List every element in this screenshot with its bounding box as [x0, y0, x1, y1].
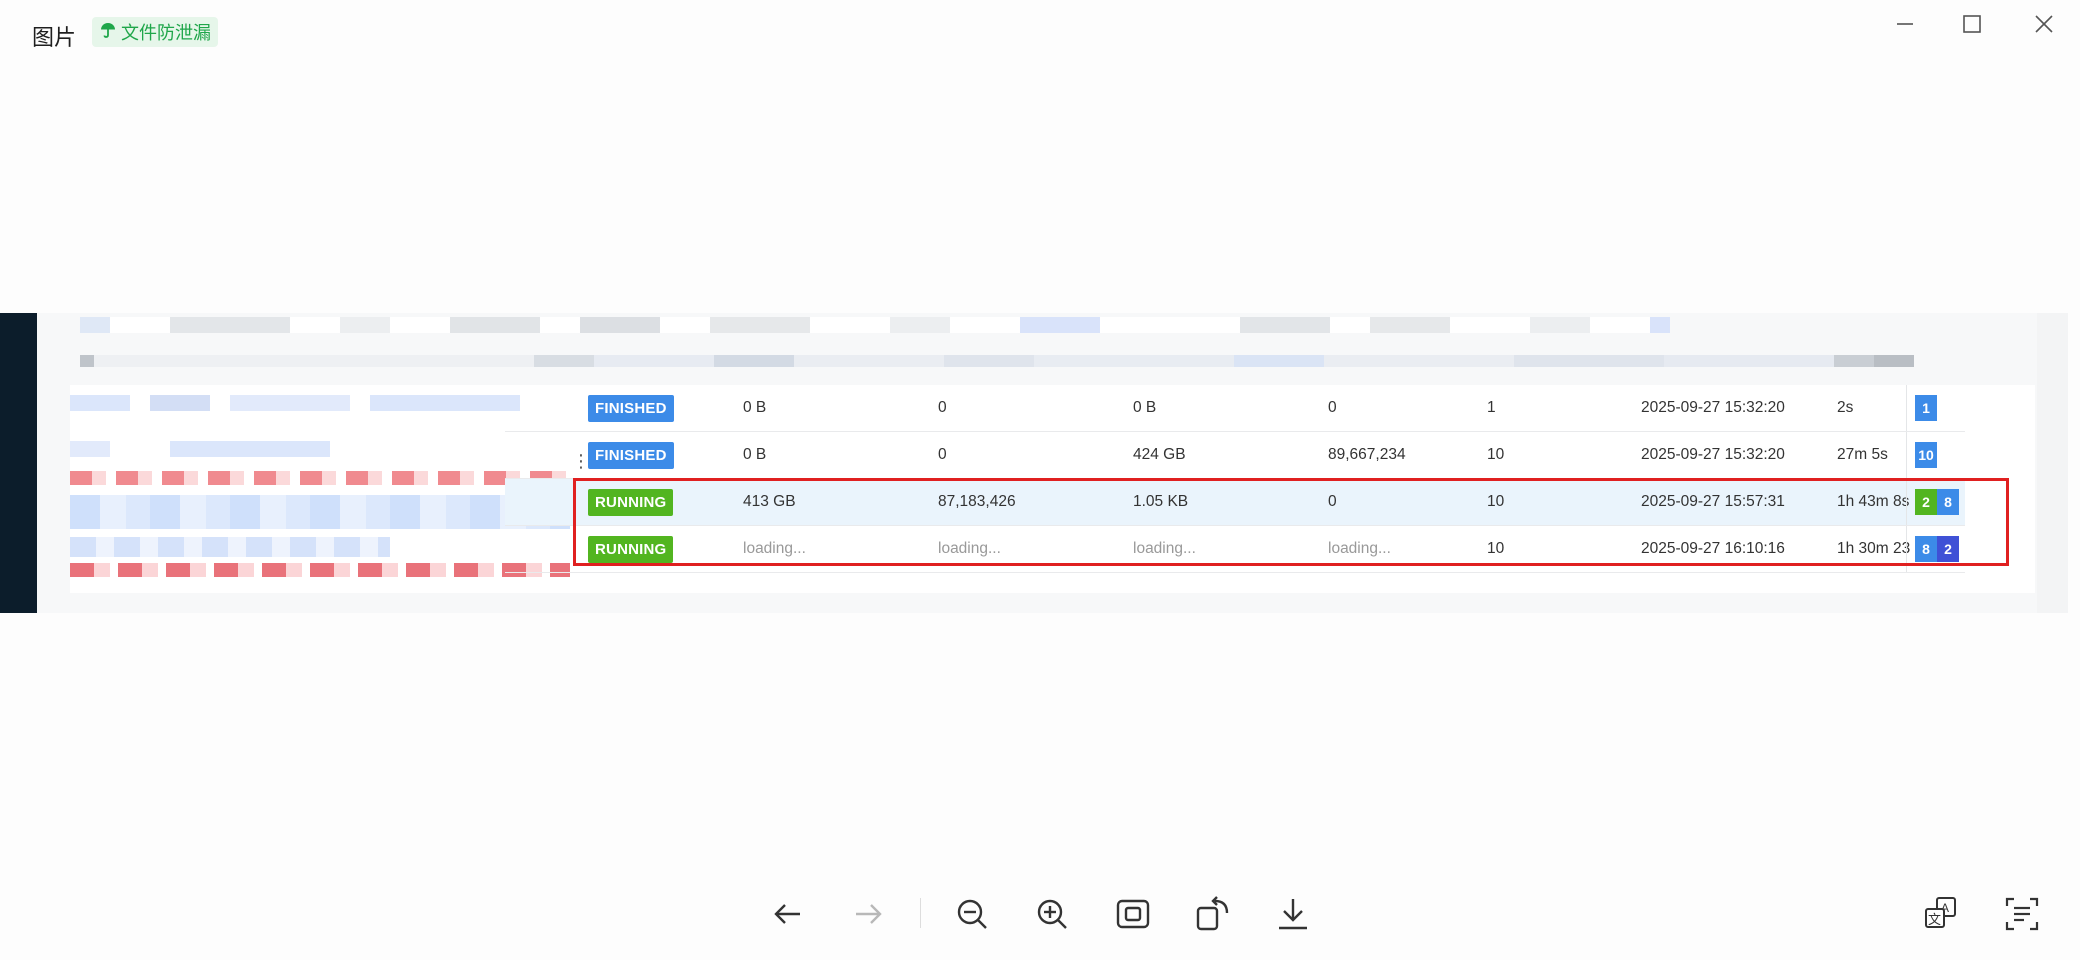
running-count-chip[interactable]: 2 [1915, 489, 1937, 515]
table-cell: 424 GB [1133, 446, 1186, 463]
close-button[interactable] [2020, 10, 2068, 38]
other-count-chip[interactable]: 2 [1937, 536, 1959, 562]
download-icon [1279, 899, 1307, 930]
minimize-icon [1897, 23, 1913, 25]
task-count-chip[interactable]: 10 [1915, 442, 1937, 468]
table-row[interactable]: RUNNING 413 GB 87,183,426 1.05 KB 0 10 2… [505, 479, 1965, 526]
rotate-button[interactable] [1191, 892, 1235, 936]
image-viewer-window: 图片 文件防泄漏 FINISHED 0 B 0 0 B 0 1 2025-09-… [0, 0, 2080, 960]
umbrella-icon [100, 22, 116, 43]
table-cell: 10 [1487, 493, 1505, 510]
finished-count-chip[interactable]: 8 [1937, 489, 1959, 515]
zoom-out-button[interactable] [950, 892, 994, 936]
table-cell: 27m 5s [1837, 446, 1888, 463]
table-cell: 2025-09-27 16:10:16 [1641, 540, 1785, 557]
fit-screen-icon [1116, 899, 1150, 929]
table-cell: 0 [938, 446, 947, 463]
table-cell: 0 [1328, 493, 1337, 510]
table-cell: 89,667,234 [1328, 446, 1406, 463]
translate-button[interactable]: A文 [1919, 892, 1963, 936]
zoom-out-icon [957, 899, 987, 929]
table-cell: 0 [1328, 399, 1337, 416]
maximize-button[interactable] [1948, 10, 1996, 38]
next-image-button[interactable] [846, 892, 890, 936]
zoom-in-icon [1037, 899, 1067, 929]
table-cell: loading... [1133, 540, 1196, 557]
blurred-header-top [80, 317, 1670, 333]
dlp-tag[interactable]: 文件防泄漏 [92, 17, 218, 47]
table-cell: 0 B [1133, 399, 1157, 416]
status-badge: FINISHED [588, 441, 674, 469]
column-resize-handle[interactable]: ⋮ [572, 451, 590, 472]
blurred-header-columns [80, 355, 1914, 367]
status-badge: RUNNING [588, 535, 674, 563]
task-count-chip[interactable]: 1 [1915, 395, 1937, 421]
blurred-left-columns [70, 385, 570, 593]
table-cell: 1.05 KB [1133, 493, 1189, 510]
table-row[interactable]: FINISHED 0 B 0 0 B 0 1 2025-09-27 15:32:… [505, 385, 1965, 432]
table-cell: 1h 30m 23 [1837, 540, 1911, 557]
fit-screen-button[interactable] [1111, 892, 1155, 936]
maximize-icon [1963, 15, 1981, 33]
table-cell: 2025-09-27 15:32:20 [1641, 446, 1785, 463]
table-cell: 2025-09-27 15:32:20 [1641, 399, 1785, 416]
table-cell: 1 [1487, 399, 1496, 416]
download-button[interactable] [1271, 892, 1315, 936]
table-cell: 10 [1487, 446, 1505, 463]
job-table: FINISHED 0 B 0 0 B 0 1 2025-09-27 15:32:… [505, 385, 1965, 573]
status-badge: RUNNING [588, 488, 674, 516]
ocr-text-button[interactable] [2000, 892, 2044, 936]
table-cell: 413 GB [743, 493, 796, 510]
ocr-text-icon [2005, 897, 2039, 931]
previous-image-button[interactable] [766, 892, 810, 936]
table-cell: 2025-09-27 15:57:31 [1641, 493, 1785, 510]
table-cell: 0 B [743, 446, 767, 463]
image-nav-strip [0, 313, 37, 613]
arrow-left-icon [774, 904, 800, 924]
arrow-right-icon [856, 904, 882, 924]
table-row[interactable]: FINISHED 0 B 0 424 GB 89,667,234 10 2025… [505, 432, 1965, 479]
svg-text:文: 文 [1928, 913, 1941, 928]
rotate-icon [1196, 896, 1229, 931]
finished-count-chip[interactable]: 8 [1915, 536, 1937, 562]
close-icon [2035, 15, 2053, 33]
table-cell: loading... [743, 540, 806, 557]
table-cell: 0 [938, 399, 947, 416]
status-badge: FINISHED [588, 394, 674, 422]
window-title: 图片 [32, 25, 77, 50]
viewed-image: FINISHED 0 B 0 0 B 0 1 2025-09-27 15:32:… [0, 313, 2068, 613]
zoom-in-button[interactable] [1030, 892, 1074, 936]
table-cell: 87,183,426 [938, 493, 1016, 510]
table-cell: loading... [1328, 540, 1391, 557]
table-cell: 2s [1837, 399, 1854, 416]
table-cell: loading... [938, 540, 1001, 557]
table-cell: 10 [1487, 540, 1505, 557]
toolbar-separator [920, 898, 921, 928]
table-row[interactable]: RUNNING loading... loading... loading...… [505, 526, 1965, 573]
minimize-button[interactable] [1881, 10, 1929, 38]
table-cell: 1h 43m 8s [1837, 493, 1910, 510]
dlp-tag-label: 文件防泄漏 [121, 23, 211, 43]
table-cell: 0 B [743, 399, 767, 416]
translate-icon: A文 [1925, 897, 1956, 928]
